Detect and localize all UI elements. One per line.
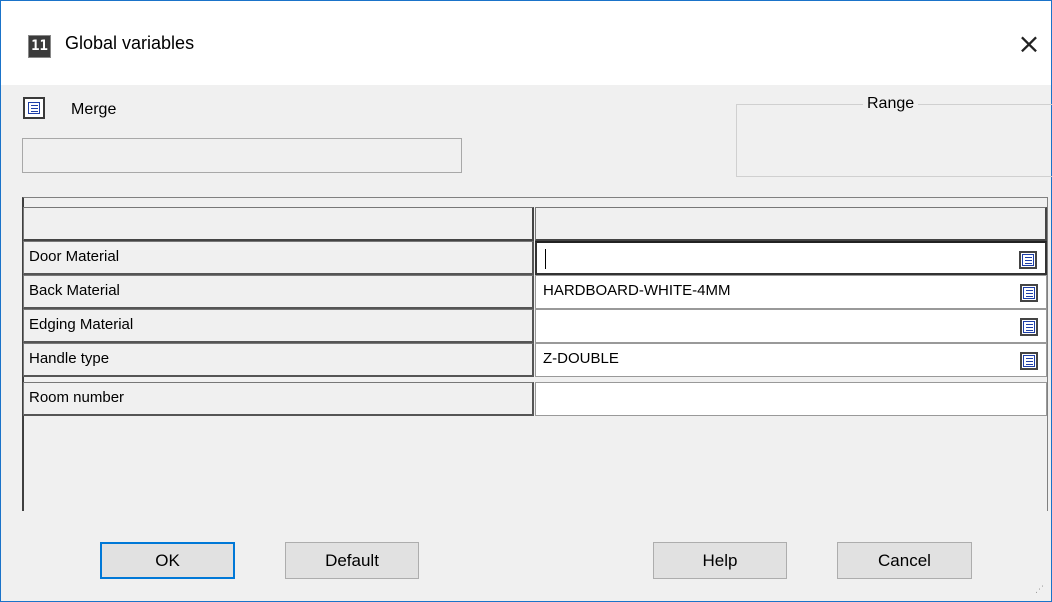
variable-name: Handle type [23,343,534,377]
close-icon[interactable]: × [1011,27,1047,63]
text-caret [545,249,546,269]
resize-grip-icon[interactable]: ⋰ [1035,585,1045,597]
variable-name: Door Material [23,241,534,275]
range-group [736,104,1052,177]
variable-value-input[interactable] [535,241,1047,275]
default-button[interactable]: Default [285,542,419,579]
variable-value-text: HARDBOARD-WHITE-4MM [543,282,731,299]
range-label: Range [863,95,919,113]
variable-value-input[interactable]: Z-DOUBLE [535,343,1047,377]
variable-value-text: Z-DOUBLE [543,350,619,367]
list-picker-icon[interactable] [1019,251,1037,269]
table-row: Handle type Z-DOUBLE [23,343,1047,378]
table-row: Edging Material [23,309,1047,344]
dialog-title: Global variables [65,33,195,53]
global-variables-dialog: 11 Global variables × Merge Range Door M… [0,0,1052,602]
variable-value-input[interactable] [535,309,1047,343]
grid-header-row [23,207,1047,242]
table-row: Door Material [23,241,1047,276]
variable-value-input[interactable] [535,382,1047,416]
grid-header-name [23,207,534,241]
merge-list-icon[interactable] [23,97,45,119]
list-picker-icon[interactable] [1020,318,1038,336]
list-picker-icon[interactable] [1020,352,1038,370]
merge-label: Merge [71,101,117,118]
title-bar: 11 Global variables × [1,1,1051,85]
table-row: Room number [23,382,1047,417]
help-button[interactable]: Help [653,542,787,579]
cancel-button[interactable]: Cancel [837,542,972,579]
grid-header-value [535,207,1047,241]
variable-name: Room number [23,382,534,416]
variable-name: Edging Material [23,309,534,343]
merge-field[interactable] [22,138,462,173]
variable-value-input[interactable]: HARDBOARD-WHITE-4MM [535,275,1047,309]
list-picker-icon[interactable] [1020,284,1038,302]
ok-button[interactable]: OK [100,542,235,579]
variable-name: Back Material [23,275,534,309]
app-icon: 11 [28,35,51,58]
table-row: Back Material HARDBOARD-WHITE-4MM [23,275,1047,310]
